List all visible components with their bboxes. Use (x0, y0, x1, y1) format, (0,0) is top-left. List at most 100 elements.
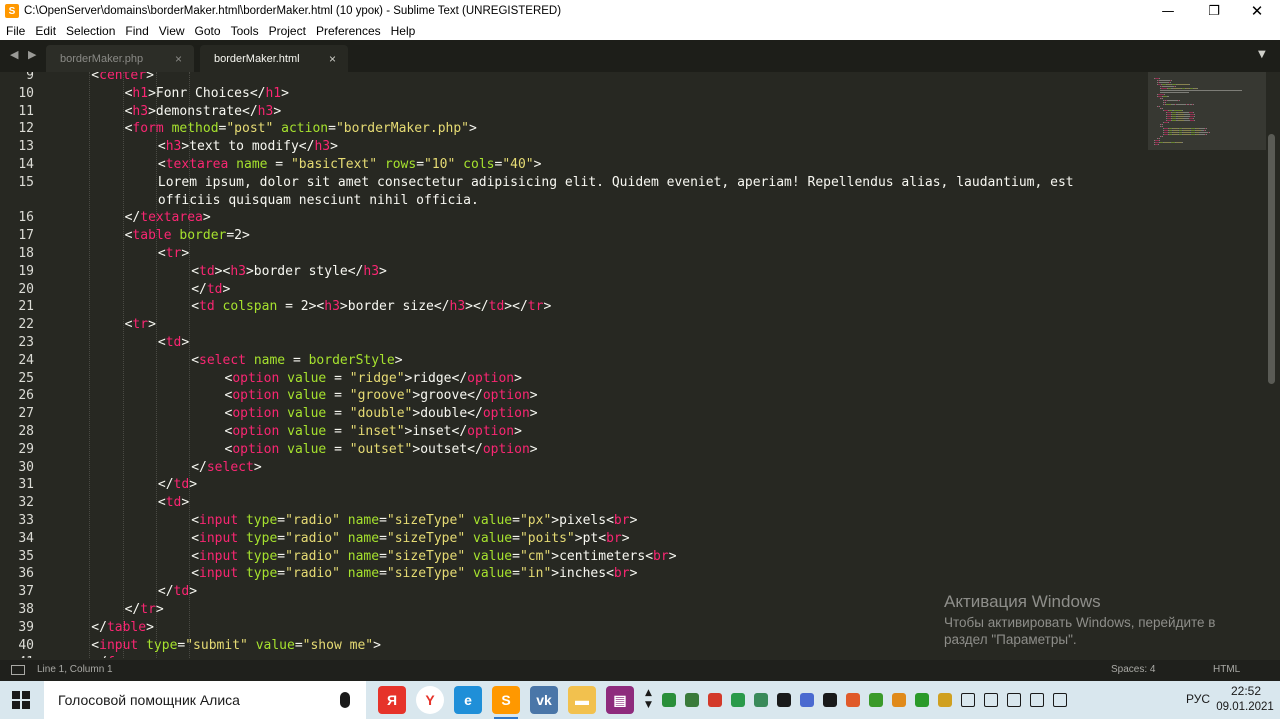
code-token: td (165, 335, 182, 350)
code-token: =2> (226, 228, 250, 244)
code-token: table (106, 619, 147, 635)
menu-selection[interactable]: Selection (61, 24, 120, 38)
show-hidden-icons-icon[interactable]: ▲ ▼ (645, 687, 652, 711)
close-window-button[interactable]: ✕ (1234, 0, 1280, 22)
edge-icon[interactable]: e (454, 686, 482, 714)
menu-preferences[interactable]: Preferences (311, 24, 386, 38)
yandex-browser-icon[interactable]: Я (378, 686, 406, 714)
code-token: h3 (324, 299, 340, 315)
code-token: >double</ (412, 406, 483, 422)
file-explorer-icon[interactable]: ▬ (568, 686, 596, 714)
code-token: textarea (140, 210, 203, 226)
menu-view[interactable]: View (154, 24, 190, 38)
nvidia-icon[interactable] (754, 693, 768, 707)
minimap-line (1168, 122, 1169, 123)
network-icon[interactable] (1053, 693, 1067, 707)
tab-close-icon[interactable]: × (329, 52, 336, 66)
cloud-icon[interactable] (777, 693, 791, 707)
windows-start-icon[interactable] (12, 691, 30, 709)
chat-icon[interactable] (938, 693, 952, 707)
code-token: >inset</ (404, 424, 468, 439)
minimap-line (1182, 142, 1183, 143)
code-editor[interactable]: 9 10 11 12 13 14 15 16 17 18 19 20 21 22 23 24 25 26 27 28 2… (0, 72, 1280, 658)
tab-list-dropdown-icon[interactable]: ▼ (1258, 49, 1266, 60)
tab-close-icon[interactable]: × (175, 52, 182, 66)
code-token: "borderMaker.php" (335, 121, 470, 137)
volume-icon[interactable] (1007, 693, 1021, 707)
minimap-line (1167, 100, 1178, 101)
code-token: select (199, 352, 246, 368)
minimap[interactable] (1148, 72, 1266, 150)
firefox-icon[interactable] (892, 693, 906, 707)
menu-tools[interactable]: Tools (226, 24, 264, 38)
code-token: "double" (349, 406, 413, 422)
minimap-line (1158, 144, 1159, 145)
green-app-icon[interactable] (869, 693, 883, 707)
input-language[interactable]: РУС (1186, 692, 1210, 706)
clock-time[interactable]: 22:52 (1218, 684, 1274, 698)
syntax-mode[interactable]: HTML (1213, 664, 1240, 675)
minimap-line (1160, 92, 1189, 93)
tab-nav-arrows[interactable]: ◀ ▶ (10, 48, 39, 61)
menu-find[interactable]: Find (120, 24, 153, 38)
check-shield-icon[interactable] (662, 693, 676, 707)
menu-project[interactable]: Project (264, 24, 311, 38)
code-token: > (529, 388, 538, 404)
clock-date[interactable]: 09.01.2021 (1216, 701, 1274, 713)
winrar-icon[interactable]: ▤ (606, 686, 634, 714)
code-token: >outset</ (412, 441, 483, 457)
monitor-icon[interactable] (961, 693, 975, 707)
minimap-line (1176, 104, 1186, 105)
sublime-icon[interactable]: S (492, 686, 520, 719)
vk-icon[interactable]: vk (530, 686, 558, 714)
tab-bordermaker-html[interactable]: borderMaker.html × (200, 45, 348, 72)
menu-edit[interactable]: Edit (30, 24, 61, 38)
bluetooth-icon[interactable] (800, 693, 814, 707)
code-token: </ (91, 655, 107, 658)
code-token: td (488, 299, 505, 315)
code-token: < (191, 299, 200, 315)
code-token: < (191, 548, 200, 564)
code-token: table (132, 228, 172, 244)
code-token: >text to modify</ (181, 139, 315, 155)
tab-bordermaker-php[interactable]: borderMaker.php × (46, 45, 194, 72)
maximize-button[interactable]: ❐ (1191, 0, 1237, 22)
code-area[interactable]: <center> <h1>Fonr Choices</h1> <h3>demonst… (58, 72, 1143, 658)
menu-goto[interactable]: Goto (190, 24, 226, 38)
battery-icon[interactable] (984, 693, 998, 707)
code-token: br (613, 566, 630, 582)
record-icon[interactable] (708, 693, 722, 707)
menu-help[interactable]: Help (386, 24, 421, 38)
dropbox-icon[interactable] (823, 693, 837, 707)
microphone-icon[interactable] (340, 692, 350, 708)
taskbar-search-box[interactable]: Голосовой помощник Алиса (44, 681, 366, 719)
minimize-button[interactable]: — (1145, 0, 1191, 22)
code-token: h3 (314, 139, 331, 155)
menu-file[interactable]: File (0, 24, 30, 38)
panel-toggle-icon[interactable] (11, 665, 25, 675)
code-token: > (181, 495, 190, 511)
minimap-line (1183, 132, 1190, 133)
code-token: = (277, 530, 286, 546)
kaspersky-icon[interactable] (731, 693, 745, 707)
code-token: "10" (424, 157, 456, 172)
pen-icon[interactable] (1030, 693, 1044, 707)
code-token: = (326, 388, 350, 404)
whatsapp-icon[interactable] (685, 693, 699, 707)
code-line: <h1>Fonr Choices</h1> (125, 85, 289, 103)
code-token: option (232, 406, 280, 422)
code-token: > (138, 655, 146, 658)
code-token: > (469, 121, 477, 137)
line-number: 11 (18, 103, 34, 119)
code-token: h3 (363, 263, 380, 279)
yandex-icon[interactable]: Y (416, 686, 444, 714)
code-line: <h3>demonstrate</h3> (125, 103, 282, 121)
minimap-line (1171, 80, 1172, 81)
scrollbar-thumb[interactable] (1268, 134, 1275, 384)
indentation-setting[interactable]: Spaces: 4 (1111, 664, 1155, 675)
chrome-icon[interactable] (846, 693, 860, 707)
speed-icon[interactable] (915, 693, 929, 707)
code-token: > (529, 406, 538, 422)
